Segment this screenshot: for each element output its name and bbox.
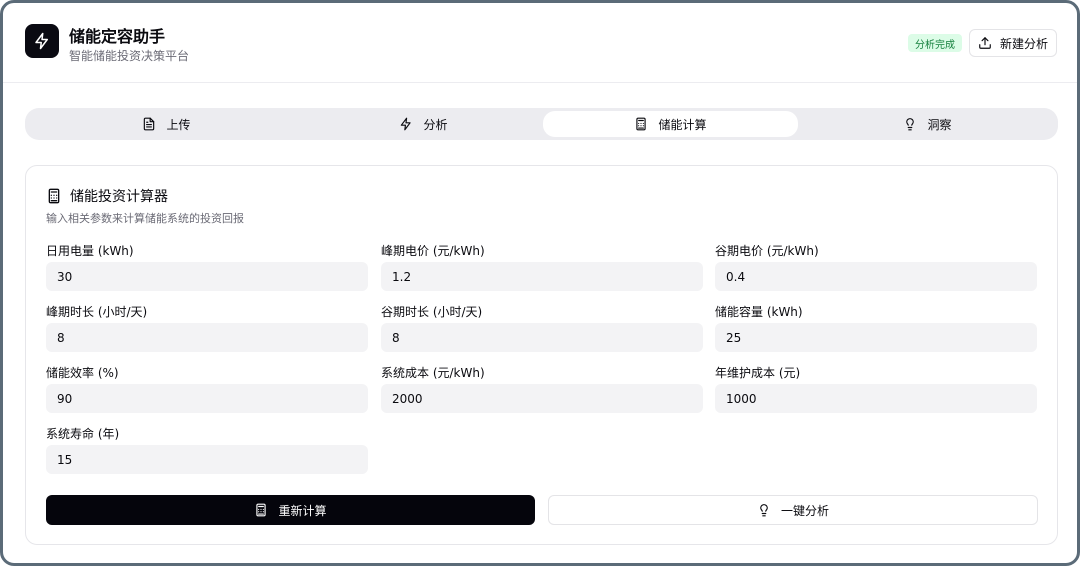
app-window: 储能定容助手 智能储能投资决策平台 分析完成 新建分析 上传 分析 储能计算 洞… xyxy=(0,0,1080,566)
recalculate-label: 重新计算 xyxy=(278,503,327,518)
system-lifetime-label: 系统寿命 (年) xyxy=(46,427,120,441)
system-cost-input[interactable] xyxy=(381,384,703,413)
calculator-title: 储能投资计算器 xyxy=(70,189,168,205)
tab-analysis[interactable]: 分析 xyxy=(296,111,551,137)
zap-icon xyxy=(33,32,51,50)
calculator-icon xyxy=(46,188,62,204)
zap-icon xyxy=(399,117,413,131)
tab-label: 分析 xyxy=(423,117,448,132)
maintenance-cost-label: 年维护成本 (元) xyxy=(715,366,801,380)
peak-hours-label: 峰期时长 (小时/天) xyxy=(46,305,148,319)
app-subtitle: 智能储能投资决策平台 xyxy=(69,49,190,63)
tab-label: 储能计算 xyxy=(658,117,707,132)
maintenance-cost-input[interactable] xyxy=(715,384,1037,413)
lightbulb-icon xyxy=(903,117,917,131)
status-badge: 分析完成 xyxy=(908,34,962,52)
calculator-description: 输入相关参数来计算储能系统的投资回报 xyxy=(46,212,244,225)
calculator-card: 储能投资计算器 输入相关参数来计算储能系统的投资回报 日用电量 (kWh) 峰期… xyxy=(25,165,1058,545)
upload-icon xyxy=(978,36,992,50)
one-click-analysis-button[interactable]: 一键分析 xyxy=(548,495,1038,525)
calculator-icon xyxy=(634,117,648,131)
tab-storage-calc[interactable]: 储能计算 xyxy=(543,111,798,137)
valley-price-input[interactable] xyxy=(715,262,1037,291)
card-title: 储能投资计算器 xyxy=(46,186,168,206)
daily-consumption-label: 日用电量 (kWh) xyxy=(46,244,134,258)
tab-label: 上传 xyxy=(166,117,191,132)
tab-insights[interactable]: 洞察 xyxy=(800,111,1055,137)
peak-price-label: 峰期电价 (元/kWh) xyxy=(381,244,485,258)
daily-consumption-input[interactable] xyxy=(46,262,368,291)
storage-efficiency-input[interactable] xyxy=(46,384,368,413)
storage-capacity-label: 储能容量 (kWh) xyxy=(715,305,803,319)
new-analysis-label: 新建分析 xyxy=(999,36,1048,51)
valley-price-label: 谷期电价 (元/kWh) xyxy=(715,244,819,258)
file-text-icon xyxy=(142,117,156,131)
app-logo xyxy=(25,24,59,58)
peak-hours-input[interactable] xyxy=(46,323,368,352)
main-tabs: 上传 分析 储能计算 洞察 xyxy=(25,108,1058,140)
valley-hours-label: 谷期时长 (小时/天) xyxy=(381,305,483,319)
valley-hours-input[interactable] xyxy=(381,323,703,352)
peak-price-input[interactable] xyxy=(381,262,703,291)
storage-efficiency-label: 储能效率 (%) xyxy=(46,366,119,380)
one-click-analysis-label: 一键分析 xyxy=(780,503,829,518)
tab-label: 洞察 xyxy=(927,117,952,132)
new-analysis-button[interactable]: 新建分析 xyxy=(969,29,1057,57)
tab-upload[interactable]: 上传 xyxy=(39,111,294,137)
lightbulb-icon xyxy=(757,503,771,517)
system-lifetime-input[interactable] xyxy=(46,445,368,474)
calculator-icon xyxy=(254,503,268,517)
system-cost-label: 系统成本 (元/kWh) xyxy=(381,366,485,380)
app-header: 储能定容助手 智能储能投资决策平台 分析完成 新建分析 xyxy=(3,3,1077,83)
storage-capacity-input[interactable] xyxy=(715,323,1037,352)
app-title: 储能定容助手 xyxy=(69,27,166,46)
recalculate-button[interactable]: 重新计算 xyxy=(46,495,535,525)
